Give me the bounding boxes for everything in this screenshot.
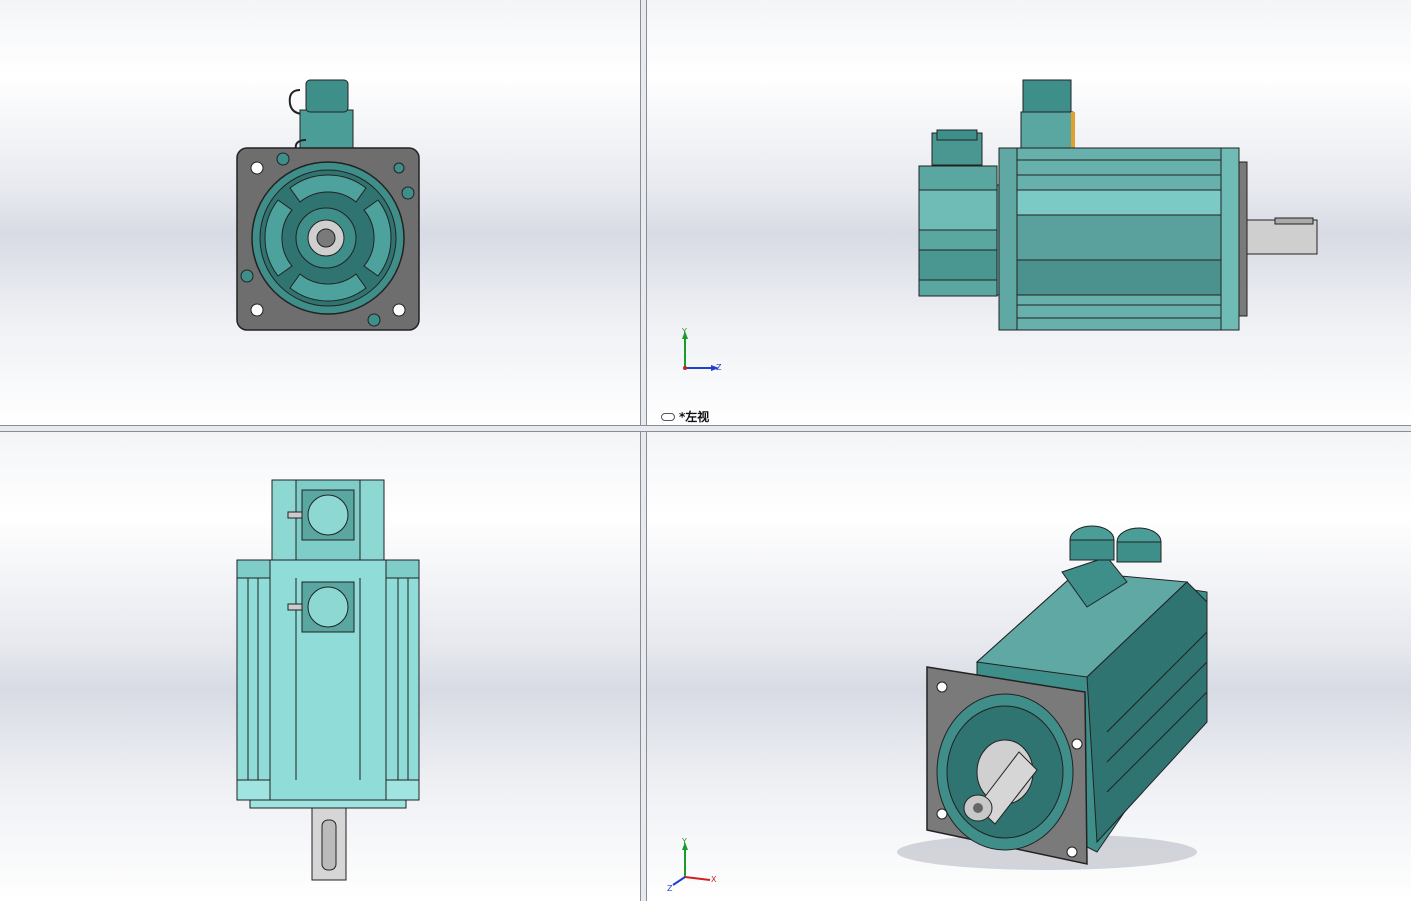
link-view-icon[interactable]	[661, 412, 675, 421]
vertical-splitter[interactable]	[640, 0, 647, 901]
motor-isometric-view	[897, 525, 1208, 870]
axis-z-label-iso: Z	[667, 884, 673, 893]
motor-side-view	[918, 79, 1318, 331]
viewport-left[interactable]: Y Z *左视	[647, 0, 1411, 425]
motor-top-view	[236, 479, 420, 881]
view-name-label: *左视	[661, 408, 709, 425]
viewport-isometric[interactable]: Y X Z	[647, 432, 1411, 901]
horizontal-splitter[interactable]	[0, 425, 1411, 432]
axis-y-label: Y	[682, 327, 687, 336]
axis-z-label: Z	[716, 363, 722, 372]
viewport-front[interactable]	[0, 0, 640, 425]
axis-x-label-iso: X	[711, 875, 717, 884]
axis-y-label-iso: Y	[682, 837, 687, 846]
motor-front-view	[236, 79, 420, 331]
view-name-text: *左视	[679, 410, 710, 424]
viewport-top[interactable]	[0, 432, 640, 901]
